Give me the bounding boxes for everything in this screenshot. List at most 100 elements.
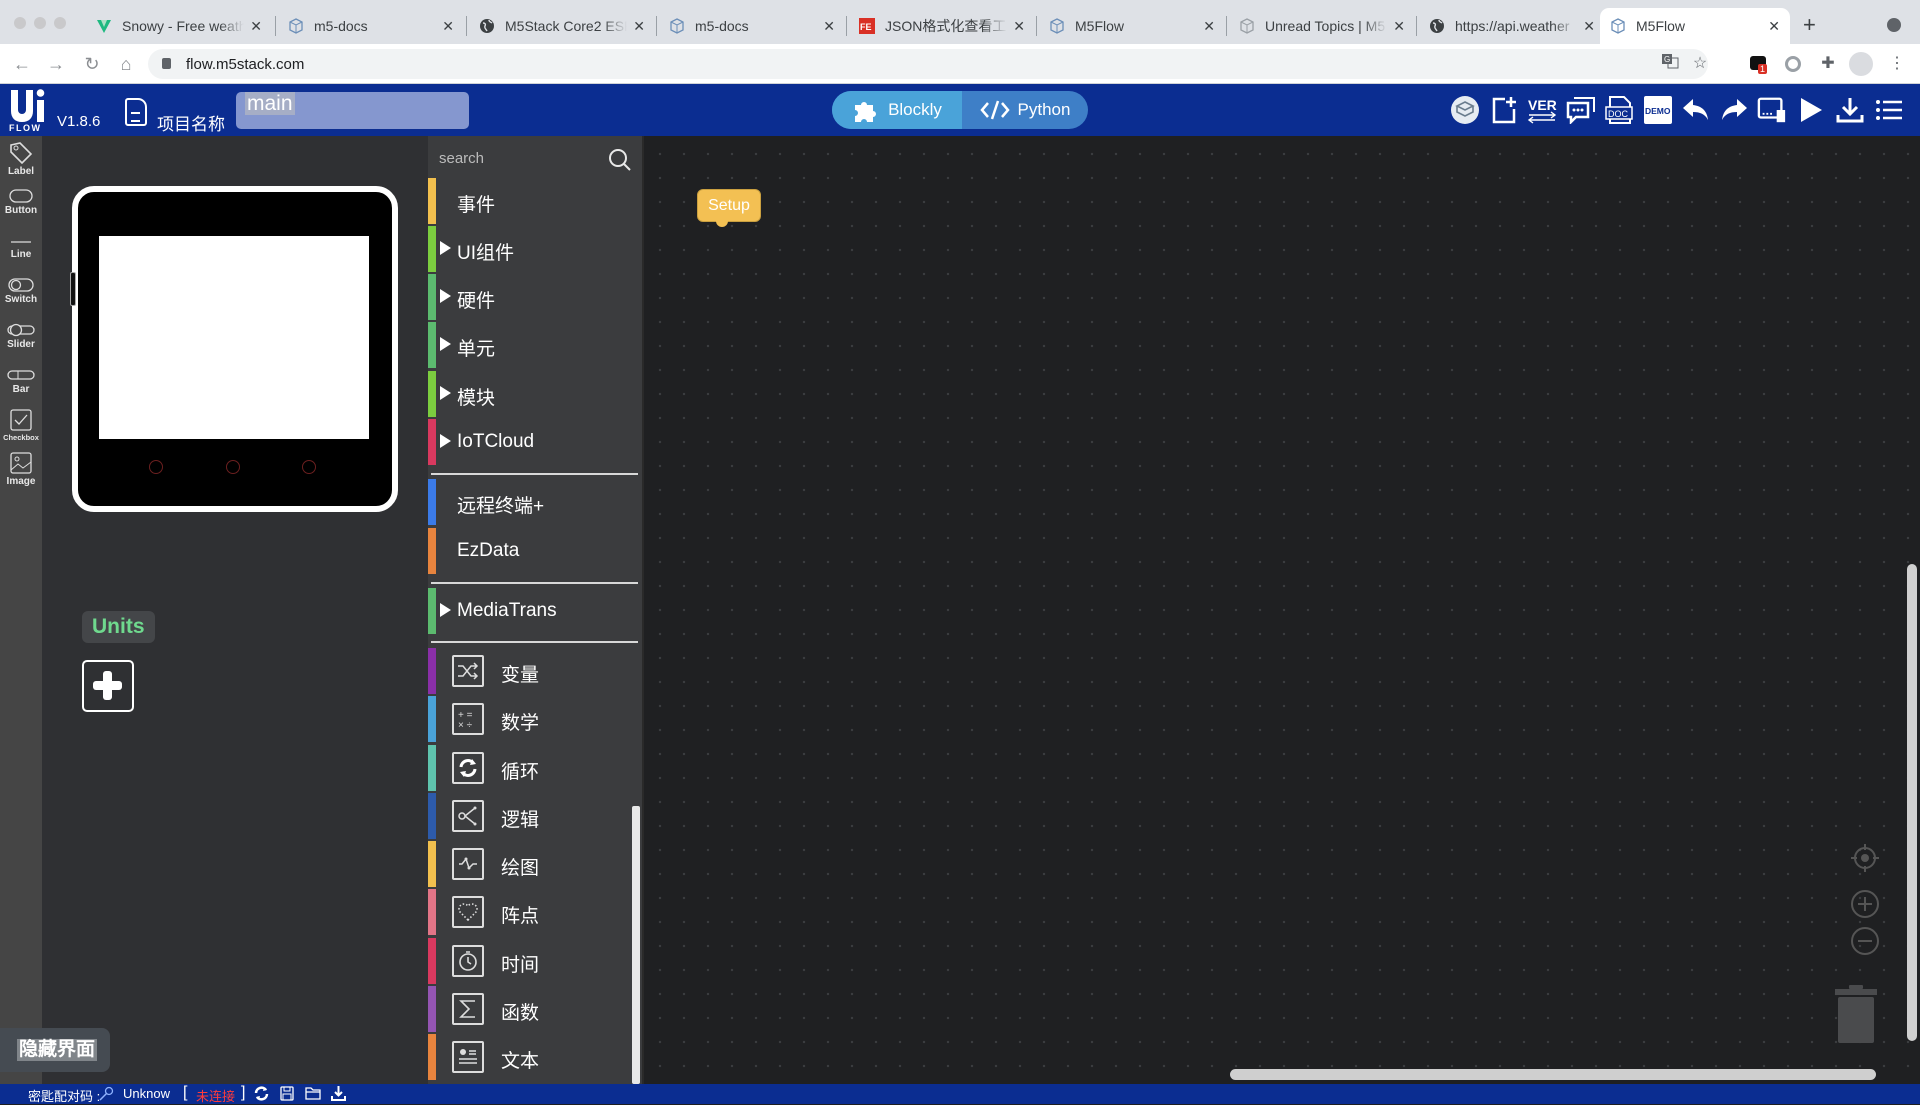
search-icon[interactable] bbox=[608, 148, 632, 172]
close-icon[interactable]: ✕ bbox=[823, 18, 835, 35]
toolbox-category-remote-terminal[interactable]: 远程终端+ bbox=[428, 479, 638, 525]
widget-switch[interactable]: Switch bbox=[0, 278, 42, 305]
widget-line[interactable]: Line bbox=[0, 237, 42, 260]
tab-search-button[interactable] bbox=[1887, 18, 1901, 32]
add-unit-button[interactable] bbox=[82, 660, 134, 712]
toolbox-scrollbar[interactable] bbox=[632, 806, 640, 1084]
download-file-icon[interactable] bbox=[331, 1085, 346, 1101]
extension-icon[interactable]: 1 bbox=[1750, 56, 1768, 74]
toolbox-category-events[interactable]: 事件 bbox=[428, 178, 638, 224]
toolbox-category-math[interactable]: + = × ÷ 数学 bbox=[428, 696, 638, 742]
run-icon[interactable] bbox=[1796, 95, 1826, 125]
zoom-out-icon[interactable] bbox=[1850, 926, 1880, 956]
toolbox-category-iotcloud[interactable]: IoTCloud bbox=[428, 419, 638, 465]
chat-icon[interactable] bbox=[1566, 95, 1596, 125]
python-mode-button[interactable]: Python bbox=[962, 91, 1088, 129]
profile-avatar[interactable] bbox=[1849, 52, 1873, 76]
toolbox-category-ezdata[interactable]: EzData bbox=[428, 528, 638, 574]
setup-block[interactable]: Setup bbox=[697, 189, 761, 227]
graph-icon bbox=[452, 848, 484, 880]
forward-button[interactable]: → bbox=[44, 52, 68, 76]
browser-tab[interactable]: m5-docs ✕ bbox=[278, 8, 464, 44]
blockly-workspace[interactable] bbox=[642, 136, 1920, 1084]
device-button-c[interactable] bbox=[302, 460, 316, 474]
trash-icon[interactable] bbox=[1834, 985, 1878, 1045]
device-screen-canvas[interactable] bbox=[99, 236, 369, 439]
menu-icon[interactable] bbox=[1874, 95, 1904, 125]
browser-tab[interactable]: M5Stack Core2 ESP ✕ bbox=[469, 8, 655, 44]
widget-button[interactable]: Button bbox=[0, 189, 42, 216]
refresh-icon[interactable] bbox=[254, 1086, 269, 1101]
window-close-button[interactable] bbox=[14, 17, 26, 29]
widget-image[interactable]: Image bbox=[0, 452, 42, 487]
new-tab-button[interactable]: + bbox=[1803, 12, 1816, 38]
save-icon[interactable] bbox=[280, 1086, 294, 1101]
toolbox-category-variables[interactable]: 变量 bbox=[428, 648, 638, 694]
browser-tab[interactable]: FE JSON格式化查看工具 ✕ bbox=[849, 8, 1035, 44]
close-icon[interactable]: ✕ bbox=[442, 18, 454, 35]
api-key-value[interactable]: Unknow bbox=[123, 1086, 170, 1101]
blockly-mode-button[interactable]: Blockly bbox=[832, 91, 962, 129]
open-folder-icon[interactable] bbox=[305, 1087, 321, 1100]
device-button-b[interactable] bbox=[226, 460, 240, 474]
toolbox-category-functions[interactable]: 函数 bbox=[428, 986, 638, 1032]
close-icon[interactable]: ✕ bbox=[633, 18, 645, 35]
doc-icon[interactable]: DOC bbox=[1604, 95, 1634, 125]
close-icon[interactable]: ✕ bbox=[1013, 18, 1025, 35]
browser-menu-icon[interactable]: ⋮ bbox=[1885, 52, 1909, 76]
widget-checkbox[interactable]: Checkbox bbox=[0, 409, 42, 442]
undo-icon[interactable] bbox=[1681, 95, 1711, 125]
toolbox-category-text[interactable]: 文本 bbox=[428, 1034, 638, 1080]
hide-ui-button[interactable]: 隐藏界面 bbox=[0, 1028, 110, 1072]
widget-bar[interactable]: Bar bbox=[0, 368, 42, 395]
extensions-puzzle-icon[interactable]: ✚ bbox=[1816, 52, 1840, 76]
bookmark-star-icon[interactable]: ☆ bbox=[1688, 52, 1712, 76]
close-icon[interactable]: ✕ bbox=[1393, 18, 1405, 35]
browser-tab[interactable]: https://api.weather ✕ bbox=[1419, 8, 1605, 44]
window-minimize-button[interactable] bbox=[34, 17, 46, 29]
toolbox-category-timer[interactable]: 时间 bbox=[428, 938, 638, 984]
close-icon[interactable]: ✕ bbox=[1583, 18, 1595, 35]
toolbox-category-graph[interactable]: 绘图 bbox=[428, 841, 638, 887]
address-bar[interactable]: flow.m5stack.com G ☆ bbox=[148, 49, 1708, 79]
demo-icon[interactable]: DEMO bbox=[1643, 95, 1673, 125]
browser-tab[interactable]: M5Flow ✕ bbox=[1039, 8, 1225, 44]
version-icon[interactable]: VER. bbox=[1527, 95, 1557, 125]
m5-cloud-icon[interactable] bbox=[1450, 95, 1480, 125]
home-button[interactable]: ⌂ bbox=[114, 52, 138, 76]
device-side-button bbox=[70, 272, 76, 306]
widget-label[interactable]: Label bbox=[0, 142, 42, 177]
close-icon[interactable]: ✕ bbox=[250, 18, 262, 35]
browser-tab-active[interactable]: M5Flow ✕ bbox=[1600, 8, 1790, 44]
close-icon[interactable]: ✕ bbox=[1768, 18, 1780, 35]
toolbox-category-matrix[interactable]: 阵点 bbox=[428, 889, 638, 935]
project-name-input[interactable]: main bbox=[236, 92, 469, 129]
toolbox-category-hardware[interactable]: 硬件 bbox=[428, 274, 638, 320]
extension-ring-icon[interactable] bbox=[1785, 56, 1801, 72]
workspace-vertical-scrollbar[interactable] bbox=[1907, 564, 1917, 1041]
close-icon[interactable]: ✕ bbox=[1203, 18, 1215, 35]
browser-tab[interactable]: Unread Topics | M5 ✕ bbox=[1229, 8, 1415, 44]
toolbox-category-modules[interactable]: 模块 bbox=[428, 371, 638, 417]
widget-slider[interactable]: Slider bbox=[0, 323, 42, 350]
toolbox-category-logic[interactable]: 逻辑 bbox=[428, 793, 638, 839]
redo-icon[interactable] bbox=[1719, 95, 1749, 125]
browser-tab[interactable]: m5-docs ✕ bbox=[659, 8, 845, 44]
toolbox-category-mediatrans[interactable]: MediaTrans bbox=[428, 588, 638, 634]
new-file-icon[interactable] bbox=[1489, 95, 1519, 125]
window-zoom-button[interactable] bbox=[54, 17, 66, 29]
zoom-in-icon[interactable] bbox=[1850, 889, 1880, 919]
reload-button[interactable]: ↻ bbox=[80, 52, 104, 76]
recenter-icon[interactable] bbox=[1850, 843, 1880, 873]
toolbox-search-input[interactable]: search bbox=[439, 150, 484, 167]
workspace-horizontal-scrollbar[interactable] bbox=[1230, 1069, 1876, 1080]
toolbox-category-loops[interactable]: 循环 bbox=[428, 745, 638, 791]
device-button-a[interactable] bbox=[149, 460, 163, 474]
toolbox-category-units[interactable]: 单元 bbox=[428, 322, 638, 368]
download-icon[interactable] bbox=[1835, 95, 1865, 125]
back-button[interactable]: ← bbox=[10, 52, 34, 76]
browser-tab[interactable]: Snowy - Free weath ✕ bbox=[86, 8, 272, 44]
toolbox-category-ui-components[interactable]: UI组件 bbox=[428, 226, 638, 272]
device-manager-icon[interactable] bbox=[1757, 95, 1787, 125]
translate-icon[interactable]: G bbox=[1658, 52, 1682, 76]
